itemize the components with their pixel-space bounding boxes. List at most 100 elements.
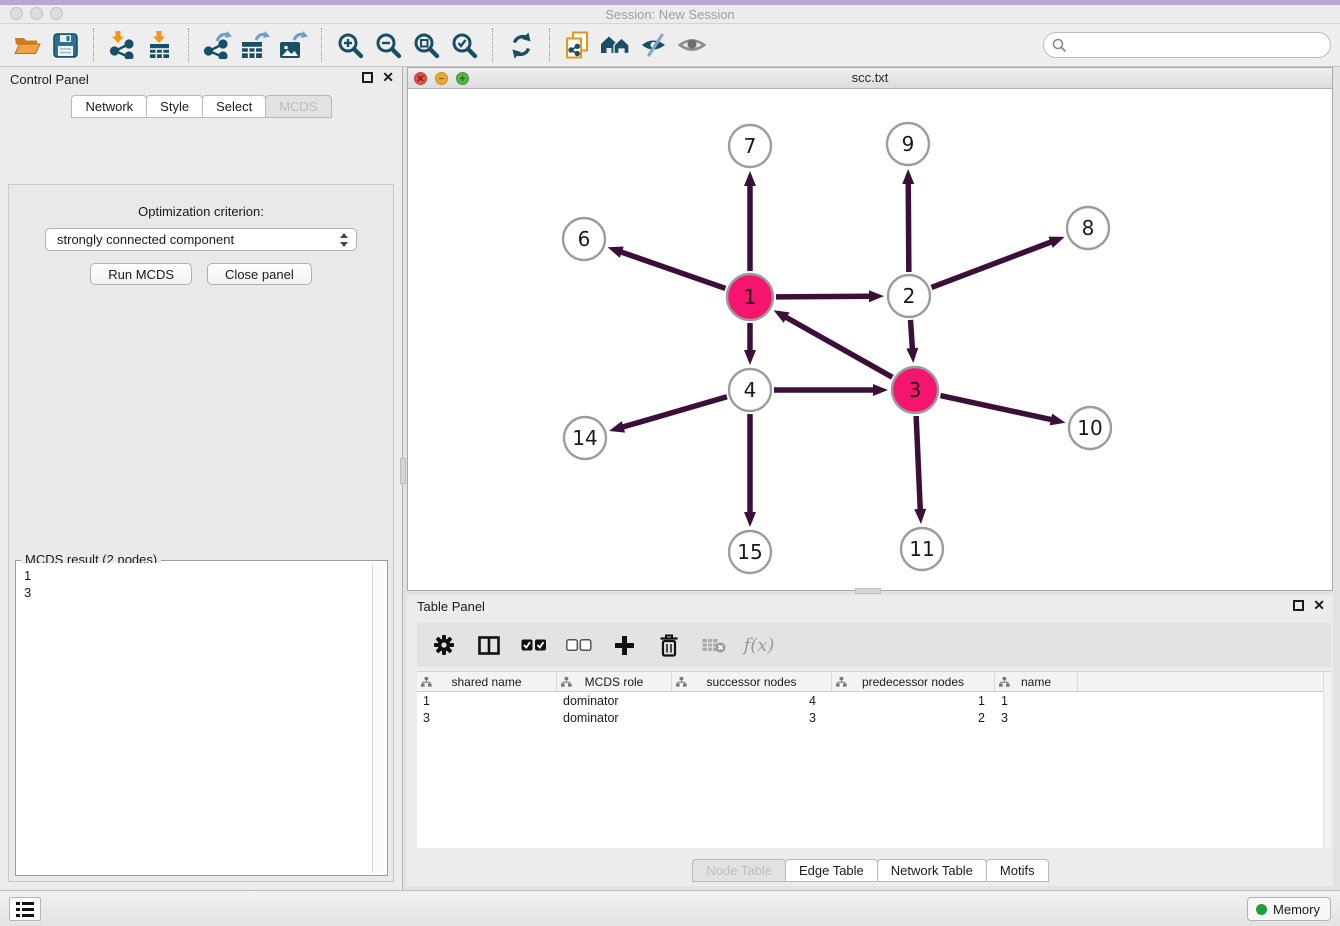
zoom-out-icon (375, 32, 402, 59)
horizontal-splitter-grip[interactable] (855, 588, 881, 594)
function-builder-button[interactable]: f(x) (746, 635, 772, 656)
sort-icon (836, 677, 847, 687)
import-table-button[interactable] (144, 29, 176, 61)
sort-icon (676, 677, 687, 687)
svg-text:10: 10 (1077, 416, 1102, 440)
graph-edge-3-10[interactable] (940, 396, 1052, 420)
graph-node-11[interactable]: 11 (901, 528, 943, 570)
table-row[interactable]: 1dominator411 (417, 692, 1331, 709)
sort-icon (561, 677, 572, 687)
graph-node-9[interactable]: 9 (887, 123, 929, 165)
table-cell[interactable]: 2 (832, 711, 995, 725)
zoom-out-button[interactable] (372, 29, 404, 61)
zoom-fit-button[interactable] (410, 29, 442, 61)
graph-edge-2-8[interactable] (931, 241, 1052, 287)
control-panel-tabs: NetworkStyleSelectMCDS (0, 95, 402, 118)
tab-network-table[interactable]: Network Table (877, 859, 987, 882)
select-all-rows-button[interactable] (521, 639, 547, 651)
export-network-button[interactable] (201, 29, 233, 61)
close-table-panel-icon[interactable]: ✕ (1313, 600, 1325, 611)
new-network-from-selection-button[interactable] (562, 29, 594, 61)
table-cell[interactable]: 1 (995, 694, 1078, 708)
graph-node-2[interactable]: 2 (888, 275, 930, 317)
graph-node-7[interactable]: 7 (729, 125, 771, 167)
zoom-selected-button[interactable] (448, 29, 480, 61)
run-mcds-button[interactable]: Run MCDS (90, 263, 192, 285)
deselect-all-rows-button[interactable] (566, 639, 592, 651)
task-history-button[interactable] (9, 897, 41, 921)
vertical-splitter-grip[interactable] (400, 458, 406, 484)
zoom-in-button[interactable] (334, 29, 366, 61)
graph-edge-2-3[interactable] (911, 320, 913, 350)
mcds-result-item[interactable]: 1 (24, 567, 372, 584)
column-header-shared-name[interactable]: shared name (417, 672, 557, 691)
graph-edge-arrowhead (1048, 237, 1064, 248)
table-cell[interactable]: 3 (417, 711, 557, 725)
tab-mcds[interactable]: MCDS (265, 95, 331, 118)
network-graph[interactable]: 7 9 6 8 1 2 4 3 14 10 15 11 (408, 89, 1332, 590)
column-header-predecessor-nodes[interactable]: predecessor nodes (832, 672, 995, 691)
column-header-name[interactable]: name (995, 672, 1078, 691)
refresh-view-button[interactable] (505, 29, 537, 61)
open-session-button[interactable] (11, 29, 43, 61)
search-input[interactable] (1067, 35, 1330, 55)
table-scrollbar[interactable] (1323, 672, 1331, 848)
tab-motifs[interactable]: Motifs (986, 859, 1049, 882)
tab-edge-table[interactable]: Edge Table (785, 859, 878, 882)
tab-network[interactable]: Network (71, 95, 147, 118)
mcds-result-list[interactable]: 13 (18, 563, 372, 873)
graph-node-14[interactable]: 14 (564, 417, 606, 459)
column-header-MCDS-role[interactable]: MCDS role (557, 672, 672, 691)
table-cell[interactable]: 3 (995, 711, 1078, 725)
checked-boxes-icon (521, 639, 547, 651)
optimization-criterion-select[interactable]: strongly connected component (45, 228, 357, 251)
show-all-button[interactable] (676, 29, 708, 61)
table-row[interactable]: 3dominator323 (417, 709, 1331, 726)
graph-edge-3-1[interactable] (785, 317, 893, 378)
export-image-button[interactable] (277, 29, 309, 61)
table-cell[interactable]: dominator (557, 694, 672, 708)
graph-edge-4-14[interactable] (621, 397, 726, 428)
graph-edge-1-2[interactable] (776, 296, 871, 297)
mcds-result-item[interactable]: 3 (24, 584, 372, 601)
network-canvas[interactable]: 7 9 6 8 1 2 4 3 14 10 15 11 (408, 89, 1332, 590)
delete-column-button[interactable] (656, 634, 682, 657)
delete-table-button[interactable] (701, 637, 727, 653)
tab-select[interactable]: Select (202, 95, 266, 118)
graph-edge-3-11[interactable] (916, 416, 920, 511)
hide-selected-button[interactable] (638, 29, 670, 61)
float-panel-icon[interactable] (362, 72, 373, 83)
table-cell[interactable]: dominator (557, 711, 672, 725)
graph-node-8[interactable]: 8 (1067, 207, 1109, 249)
table-cell[interactable]: 3 (672, 711, 832, 725)
table-cell[interactable]: 1 (417, 694, 557, 708)
graph-node-1[interactable]: 1 (727, 274, 773, 320)
add-column-button[interactable] (611, 635, 637, 656)
table-settings-button[interactable] (431, 634, 457, 656)
search-box[interactable] (1043, 32, 1331, 58)
graph-node-6[interactable]: 6 (563, 218, 605, 260)
result-scrollbar[interactable] (372, 563, 385, 873)
table-cell[interactable]: 4 (672, 694, 832, 708)
close-panel-icon[interactable]: ✕ (382, 72, 394, 83)
graph-node-4[interactable]: 4 (729, 369, 771, 411)
table-cell[interactable]: 1 (832, 694, 995, 708)
float-table-panel-icon[interactable] (1293, 600, 1304, 611)
graph-node-3[interactable]: 3 (892, 367, 938, 413)
import-network-button[interactable] (106, 29, 138, 61)
split-table-button[interactable] (476, 636, 502, 655)
memory-button[interactable]: Memory (1247, 897, 1331, 921)
import-table-icon (147, 31, 173, 59)
home-layout-button[interactable] (600, 29, 632, 61)
tab-node-table[interactable]: Node Table (692, 859, 786, 882)
graph-edge-2-9[interactable] (908, 182, 909, 272)
close-panel-button[interactable]: Close panel (207, 263, 312, 285)
export-table-button[interactable] (239, 29, 271, 61)
tab-style[interactable]: Style (146, 95, 203, 118)
graph-node-15[interactable]: 15 (729, 531, 771, 573)
column-header-successor-nodes[interactable]: successor nodes (672, 672, 832, 691)
graph-edge-1-6[interactable] (620, 252, 726, 289)
network-window-titlebar[interactable]: ✕ − + scc.txt (408, 68, 1332, 89)
graph-node-10[interactable]: 10 (1069, 407, 1111, 449)
save-session-button[interactable] (49, 29, 81, 61)
